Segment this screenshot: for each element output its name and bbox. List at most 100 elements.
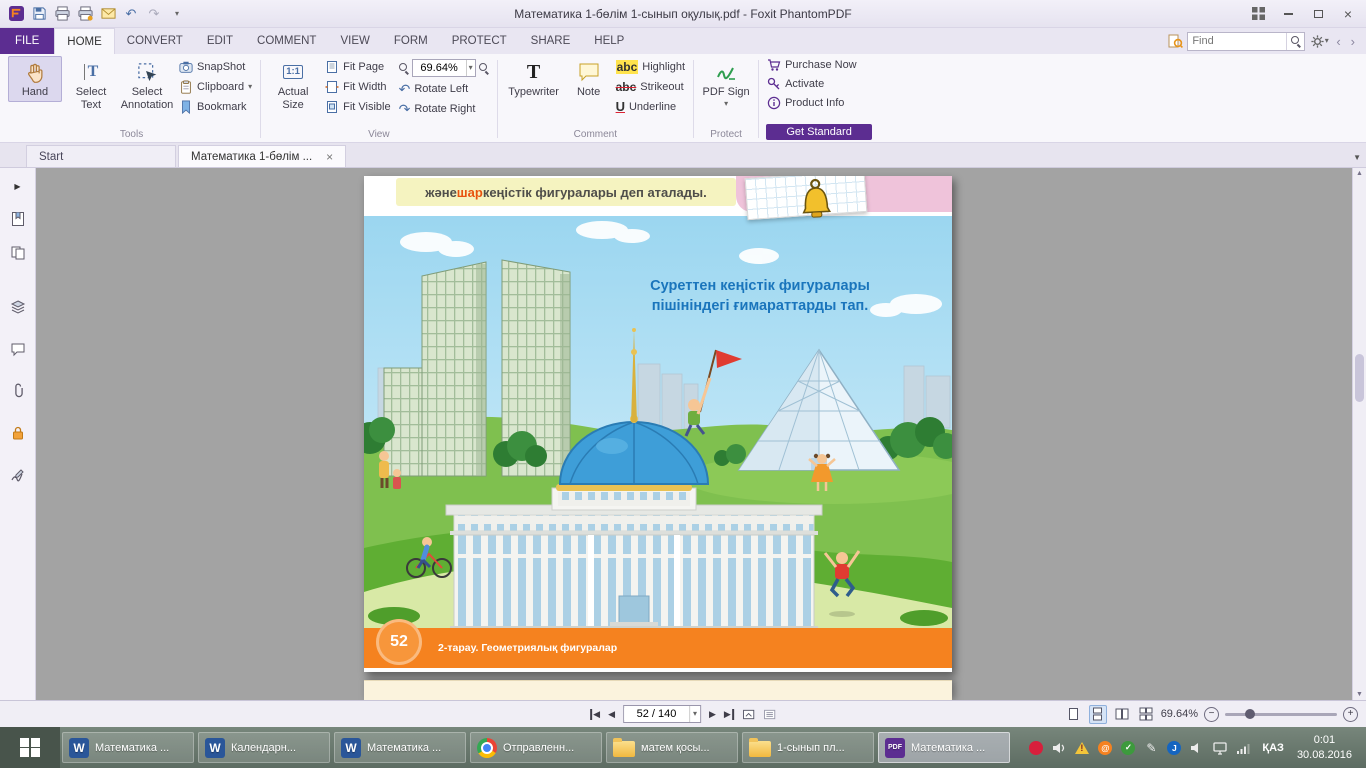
rotate-left-button[interactable]: ↶ Rotate Left [396,80,492,98]
last-page-button[interactable]: ▶ [724,709,734,720]
qat-customize-button[interactable]: ▾ [167,4,187,24]
activate-button[interactable]: Activate [764,75,827,93]
actual-size-button[interactable]: 1:1 Actual Size [266,56,320,114]
previous-page-button[interactable]: ◀ [608,709,615,720]
tab-protect[interactable]: PROTECT [440,28,519,54]
taskbar-item-folder-1[interactable]: матем қосы... [606,732,738,763]
find-input[interactable] [1188,35,1286,47]
taskbar-item-word-3[interactable]: WМатематика ... [334,732,466,763]
document-area[interactable]: және шар кеңістік фигуралары деп аталады… [36,168,1352,700]
snapshot-button[interactable]: SnapShot [176,58,255,76]
dropdown-icon[interactable]: ▾ [466,60,475,76]
pdf-sign-button[interactable]: PDF Sign ▾ [699,56,753,111]
next-page-button[interactable]: ▶ [709,709,716,720]
scroll-up-icon[interactable]: ▲ [1356,170,1363,177]
display-tray-icon[interactable] [1212,740,1228,756]
close-button[interactable]: × [1334,4,1362,24]
redo-button[interactable]: ↷ [144,4,164,24]
print-button[interactable] [52,4,72,24]
doc-tab-start[interactable]: Start [26,145,176,167]
find-settings-button[interactable]: ▾ [1309,31,1329,51]
clock[interactable]: 0:01 30.08.2016 [1295,733,1360,762]
pen-input-tray-icon[interactable]: ✎ [1143,740,1159,756]
tab-help[interactable]: HELP [582,28,636,54]
tab-share[interactable]: SHARE [519,28,583,54]
doc-tab-active[interactable]: Математика 1-бөлім ... × [178,145,346,167]
scrollbar-thumb[interactable] [1355,354,1364,402]
save-button[interactable] [29,4,49,24]
undo-button[interactable]: ↶ [121,4,141,24]
scroll-down-icon[interactable]: ▼ [1356,691,1363,698]
hand-button[interactable]: Hand [8,56,62,102]
zoom-slider[interactable] [1225,713,1337,716]
page-number-input[interactable] [624,708,689,720]
alert-tray-icon[interactable]: ! [1074,740,1090,756]
continuous-page-icon[interactable] [1089,705,1107,724]
taskbar-item-word-1[interactable]: WМатематика ... [62,732,194,763]
tab-form[interactable]: FORM [382,28,440,54]
clipboard-button[interactable]: Clipboard ▾ [176,78,255,96]
zoom-input[interactable] [413,62,466,74]
select-text-button[interactable]: T Select Text [64,56,118,114]
start-button[interactable] [0,727,60,768]
language-indicator[interactable]: ҚАЗ [1258,742,1288,754]
tab-view[interactable]: VIEW [328,28,381,54]
strikeout-button[interactable]: abc Strikeout [613,78,689,96]
taskbar-item-foxit-active[interactable]: PDFМатематика ... [878,732,1010,763]
audio-device-tray-icon[interactable] [1189,740,1205,756]
ribbon-scroll-left-icon[interactable]: ‹ [1333,34,1343,49]
mail-agent-tray-icon[interactable]: @ [1097,740,1113,756]
purchase-now-button[interactable]: Purchase Now [764,56,860,74]
ribbon-scroll-right-icon[interactable]: › [1348,34,1358,49]
email-button[interactable] [98,4,118,24]
single-page-icon[interactable] [1065,705,1083,724]
first-page-button[interactable]: ◀ [590,709,600,720]
comments-panel-icon[interactable] [6,337,30,361]
tab-file[interactable]: FILE [0,28,54,54]
find-search-button[interactable] [1286,33,1304,50]
tab-list-dropdown-icon[interactable]: ▼ [1353,153,1361,162]
fit-visible-button[interactable]: Fit Visible [322,98,393,116]
minimize-button[interactable] [1274,4,1302,24]
find-options-icon[interactable] [1168,34,1183,49]
app-logo-icon[interactable] [6,4,26,24]
security-tray-icon[interactable]: ✓ [1120,740,1136,756]
network-tray-icon[interactable] [1235,740,1251,756]
expand-panel-arrow-icon[interactable]: ▶ [14,182,20,191]
security-panel-icon[interactable] [6,421,30,445]
workspace-grid-icon[interactable] [1244,4,1272,24]
pages-panel-icon[interactable] [6,241,30,265]
get-standard-button[interactable]: Get Standard [766,124,872,140]
tab-convert[interactable]: CONVERT [115,28,195,54]
attachments-panel-icon[interactable] [6,379,30,403]
full-screen-button[interactable] [742,708,755,721]
tab-edit[interactable]: EDIT [195,28,245,54]
zoom-in-button[interactable]: + [1343,707,1358,722]
volume-tray-icon[interactable] [1051,740,1067,756]
close-tab-icon[interactable]: × [312,150,333,164]
antivirus-tray-icon[interactable] [1028,740,1044,756]
tab-home[interactable]: HOME [54,28,115,54]
rotate-right-button[interactable]: ↷ Rotate Right [396,100,492,118]
highlight-button[interactable]: abc Highlight [613,58,689,76]
zoom-slider-thumb[interactable] [1245,709,1255,719]
continuous-facing-icon[interactable] [1137,705,1155,724]
bookmark-button[interactable]: Bookmark [176,98,255,116]
dropdown-icon[interactable]: ▾ [689,706,700,722]
fit-width-button[interactable]: Fit Width [322,78,393,96]
zoom-out-icon[interactable] [399,63,409,73]
taskbar-item-folder-2[interactable]: 1-сынып пл... [742,732,874,763]
typewriter-button[interactable]: T Typewriter [503,56,565,102]
signature-panel-icon[interactable] [6,463,30,487]
underline-button[interactable]: U Underline [613,98,689,116]
select-annotation-button[interactable]: Select Annotation [120,56,174,114]
zoom-out-button[interactable]: − [1204,707,1219,722]
zoom-in-icon[interactable] [479,63,489,73]
taskbar-item-chrome[interactable]: Отправленн... [470,732,602,763]
note-button[interactable]: Note [567,56,611,102]
taskbar-item-word-2[interactable]: WКалендарн... [198,732,330,763]
fit-page-button[interactable]: Fit Page [322,58,393,76]
tab-comment[interactable]: COMMENT [245,28,328,54]
read-mode-button[interactable] [763,708,776,721]
product-info-button[interactable]: Product Info [764,94,847,112]
